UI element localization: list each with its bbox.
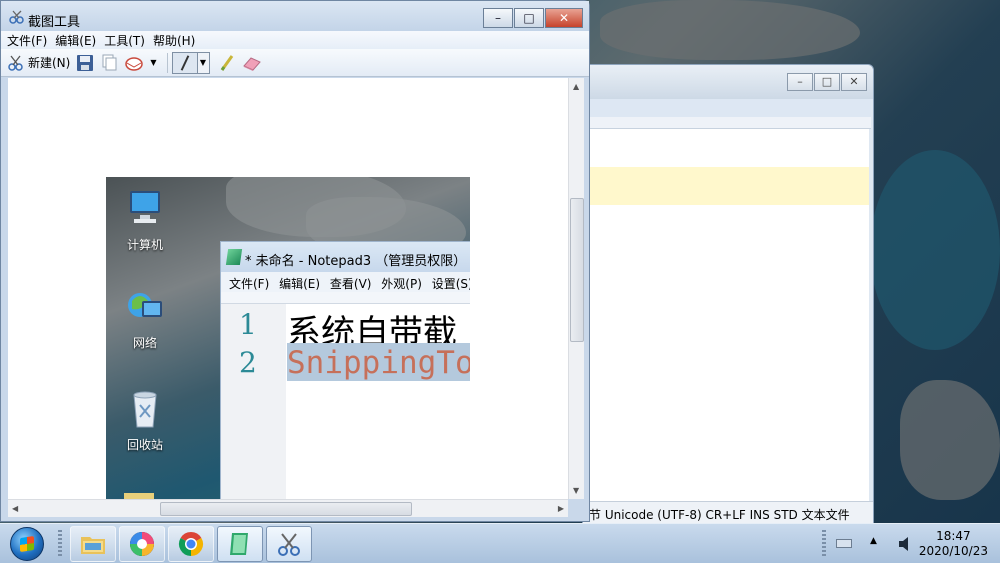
- captured-notepad-menu: 文件(F) 编辑(E) 查看(V) 外观(P) 设置(S): [221, 272, 470, 292]
- captured-menu-item: 编辑(E): [279, 277, 321, 291]
- captured-notepad-toolbar: [221, 292, 470, 304]
- start-button[interactable]: [6, 526, 48, 562]
- clock-date: 2020/10/23: [918, 544, 988, 558]
- horizontal-scroll-thumb[interactable]: [160, 502, 412, 516]
- taskbar: ▲ 18:47 2020/10/23: [0, 523, 1000, 563]
- keyboard-icon[interactable]: [836, 539, 852, 548]
- background-window-toolbar: [585, 117, 871, 129]
- recycle-bin-icon: [133, 391, 157, 428]
- copy-icon[interactable]: [100, 54, 118, 72]
- highlighter-icon[interactable]: [218, 54, 236, 72]
- notepad3-icon: [230, 533, 248, 555]
- captured-text-line-2-text: SnippingTo: [287, 345, 470, 381]
- captured-notepad-title: * 未命名 - Notepad3 （管理员权限）: [221, 242, 470, 272]
- menu-edit[interactable]: 编辑(E): [55, 32, 96, 49]
- volume-icon[interactable]: [898, 536, 912, 552]
- horizontal-scrollbar[interactable]: ◀ ▶: [8, 499, 568, 517]
- status-bar: 节 Unicode (UTF-8) CR+LF INS STD 文本文件: [583, 501, 873, 523]
- captured-menu-item: 文件(F): [229, 277, 270, 291]
- taskbar-grip: [58, 530, 62, 558]
- desktop-icon-computer: 计算机: [110, 189, 180, 253]
- background-window-menubar: [585, 99, 871, 117]
- background-notepad-window[interactable]: – □ ✕ 节 Unicode (UTF-8) CR+LF INS STD 文本…: [582, 64, 874, 524]
- desktop-icon-recycle-bin: 回收站: [110, 389, 180, 453]
- line-number: 2: [239, 346, 257, 379]
- snip-canvas[interactable]: 计算机 网络 回收站 * 未命名 - Notepad3 （管理员权限） 文件(F…: [8, 78, 568, 499]
- snipping-tool-titlebar[interactable]: 截图工具 – □ ✕: [1, 1, 589, 31]
- notepad3-icon: [225, 249, 243, 265]
- pinwheel-icon: [130, 532, 154, 556]
- scroll-down-arrow[interactable]: ▼: [573, 486, 579, 495]
- close-button[interactable]: ✕: [841, 73, 867, 91]
- network-icon: [128, 293, 162, 317]
- window-title: 截图工具: [28, 15, 81, 30]
- pen-dropdown-button[interactable]: ▼: [197, 51, 210, 74]
- maximize-button[interactable]: □: [514, 8, 544, 28]
- toolbar-separator: [166, 52, 168, 73]
- minimize-button[interactable]: –: [483, 8, 513, 28]
- taskbar-snipping-tool-button[interactable]: [266, 526, 312, 562]
- desktop-icon-label: 网络: [132, 336, 157, 350]
- status-text: 节 Unicode (UTF-8) CR+LF INS STD 文本文件: [589, 508, 850, 522]
- scroll-right-arrow[interactable]: ▶: [558, 504, 564, 513]
- desktop-icon-label: 回收站: [126, 438, 163, 452]
- vertical-scroll-thumb[interactable]: [570, 198, 584, 342]
- new-snip-icon: [8, 55, 23, 71]
- system-clock[interactable]: 18:47 2020/10/23: [919, 529, 988, 559]
- send-dropdown-arrow[interactable]: ▼: [150, 58, 156, 67]
- menu-tools[interactable]: 工具(T): [104, 32, 145, 49]
- close-button[interactable]: ✕: [545, 8, 583, 28]
- windows-orb-icon: [10, 527, 44, 561]
- new-snip-label: 新建(N): [28, 56, 71, 70]
- captured-menu-item: 查看(V): [329, 277, 372, 291]
- show-hidden-icons-arrow[interactable]: ▲: [870, 536, 877, 546]
- email-icon[interactable]: [124, 54, 144, 72]
- captured-notepad-window: * 未命名 - Notepad3 （管理员权限） 文件(F) 编辑(E) 查看(…: [220, 241, 470, 499]
- menu-help[interactable]: 帮助(H): [153, 32, 195, 49]
- scissors-icon: [9, 10, 24, 24]
- background-window-editor[interactable]: [585, 129, 869, 501]
- chrome-icon: [178, 532, 204, 556]
- new-snip-button[interactable]: 新建(N): [7, 54, 70, 72]
- toolbar: 新建(N) ▼ ▼: [1, 49, 589, 77]
- snipping-tool-window[interactable]: 截图工具 – □ ✕ 文件(F) 编辑(E) 工具(T) 帮助(H) 新建(N): [0, 0, 590, 522]
- vertical-scrollbar[interactable]: ▲ ▼: [568, 78, 584, 499]
- line-number-gutter: 1 2: [221, 304, 286, 499]
- wallpaper-rock: [600, 0, 860, 60]
- taskbar-grip: [822, 530, 826, 558]
- taskbar-explorer-button[interactable]: [70, 526, 116, 562]
- scroll-left-arrow[interactable]: ◀: [12, 504, 18, 513]
- taskbar-color-app-button[interactable]: [119, 526, 165, 562]
- menu-file[interactable]: 文件(F): [7, 32, 47, 49]
- captured-notepad-title-text: * 未命名 - Notepad3 （管理员权限）: [245, 254, 467, 269]
- desktop-icon-label: 计算机: [126, 238, 163, 252]
- taskbar-chrome-button[interactable]: [168, 526, 214, 562]
- folder-icon: [81, 537, 105, 554]
- minimize-button[interactable]: –: [787, 73, 813, 91]
- computer-icon: [130, 191, 160, 223]
- eraser-icon[interactable]: [242, 54, 262, 72]
- captured-screenshot: 计算机 网络 回收站 * 未命名 - Notepad3 （管理员权限） 文件(F…: [106, 177, 470, 499]
- maximize-button[interactable]: □: [814, 73, 840, 91]
- pen-icon[interactable]: [171, 51, 198, 74]
- scissors-icon: [278, 533, 300, 556]
- current-line-highlight: [585, 167, 869, 205]
- taskbar-notepad3-button[interactable]: [217, 526, 263, 562]
- background-window-titlebar[interactable]: – □ ✕: [583, 65, 873, 99]
- scroll-up-arrow[interactable]: ▲: [573, 82, 579, 91]
- clock-time: 18:47: [936, 529, 971, 543]
- line-number: 1: [239, 308, 257, 341]
- captured-text-line-2: SnippingTo: [287, 343, 470, 381]
- menu-bar: 文件(F) 编辑(E) 工具(T) 帮助(H): [1, 31, 589, 49]
- captured-menu-item: 设置(S): [431, 277, 470, 291]
- save-icon[interactable]: [76, 54, 94, 72]
- desktop-icon-network: 网络: [110, 287, 180, 351]
- wallpaper-rock: [900, 380, 1000, 500]
- wallpaper-water: [870, 150, 1000, 350]
- captured-menu-item: 外观(P): [381, 277, 422, 291]
